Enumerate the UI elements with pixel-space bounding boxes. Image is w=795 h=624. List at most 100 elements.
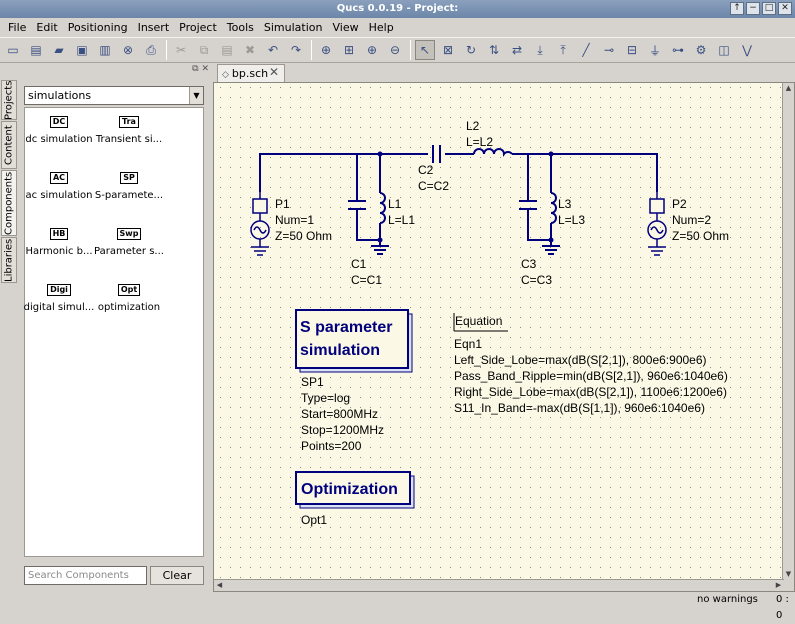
equation-button[interactable]: ⊟ <box>622 40 642 60</box>
component-label: ac simulation <box>25 190 93 201</box>
new-text-button[interactable]: ▤ <box>26 40 46 60</box>
zoom-fit-button[interactable]: ⊕ <box>316 40 336 60</box>
chevron-down-icon[interactable]: ▼ <box>189 87 203 104</box>
paste-button[interactable]: ▤ <box>217 40 237 60</box>
select-button[interactable]: ↖ <box>415 40 435 60</box>
mirror-y-button[interactable]: ⇄ <box>507 40 527 60</box>
edit-properties-button[interactable]: ⊠ <box>438 40 458 60</box>
clear-button[interactable]: Clear <box>150 566 204 585</box>
exit-subcircuit-button[interactable]: ⤒ <box>553 40 573 60</box>
copy-icon: ⧉ <box>199 42 209 57</box>
component-digital-simulation[interactable]: Digi digital simul... <box>21 282 97 313</box>
view-data-button[interactable]: ◫ <box>714 40 734 60</box>
wire-button[interactable]: ╱ <box>576 40 596 60</box>
port-icon: ⊶ <box>672 43 684 57</box>
menu-help[interactable]: Help <box>364 18 399 37</box>
menu-tools[interactable]: Tools <box>222 18 259 37</box>
new-file-button[interactable]: ▭ <box>3 40 23 60</box>
component-label: S-paramete... <box>94 190 164 201</box>
scroll-left-icon[interactable]: ◀ <box>214 580 225 591</box>
category-select[interactable]: simulations ▼ <box>24 86 204 105</box>
schematic-drawing[interactable]: P1 Num=1 Z=50 Ohm P2 Num=2 Z=50 Ohm L1 L… <box>214 83 784 580</box>
menu-project[interactable]: Project <box>174 18 222 37</box>
scroll-right-icon[interactable]: ▶ <box>773 580 784 591</box>
opt-block-title: Optimization <box>301 481 398 498</box>
window-minimize-button[interactable]: − <box>746 2 760 15</box>
l1-name: L1 <box>388 197 402 211</box>
close-button[interactable]: ⊗ <box>118 40 138 60</box>
p1-impedance: Z=50 Ohm <box>275 229 332 243</box>
tab-content[interactable]: Content <box>1 121 17 169</box>
delete-icon: ✖ <box>244 43 256 57</box>
zoom-out-icon: ⊖ <box>389 43 401 57</box>
zoom-selection-button[interactable]: ⊞ <box>339 40 359 60</box>
mirror-x-button[interactable]: ⇅ <box>484 40 504 60</box>
redo-icon: ↷ <box>290 43 302 57</box>
component-transient-simulation[interactable]: Tra Transient si... <box>91 114 167 145</box>
simulate-button[interactable]: ⚙ <box>691 40 711 60</box>
marker-button[interactable]: ⋁ <box>737 40 757 60</box>
scroll-down-icon[interactable]: ▼ <box>783 569 794 580</box>
zoom-out-button[interactable]: ⊖ <box>385 40 405 60</box>
open-icon: ▰ <box>54 43 64 57</box>
component-label: dc simulation <box>25 134 93 145</box>
wire-icon: ╱ <box>582 43 590 57</box>
redo-button[interactable]: ↷ <box>286 40 306 60</box>
tab-projects[interactable]: Projects <box>1 80 17 120</box>
p2-impedance: Z=50 Ohm <box>672 229 729 243</box>
enter-subcircuit-button[interactable]: ⤓ <box>530 40 550 60</box>
save-icon: ▣ <box>76 43 88 57</box>
s-parameter-simulation-block[interactable]: S parameter simulation <box>295 309 413 373</box>
save-button[interactable]: ▣ <box>72 40 92 60</box>
window-titlebar: Qucs 0.0.19 - Project: ↑ − □ ✕ <box>0 0 795 18</box>
save-all-icon: ▥ <box>99 43 111 57</box>
ground-button[interactable]: ⏚ <box>645 40 665 60</box>
sp-block-title-1: S parameter <box>300 319 393 336</box>
c3-value: C=C3 <box>521 273 552 287</box>
menu-positioning[interactable]: Positioning <box>63 18 133 37</box>
search-components-input[interactable]: Search Components <box>24 566 147 585</box>
optimization-block[interactable]: Optimization <box>295 471 415 509</box>
wire-label-button[interactable]: ⊸ <box>599 40 619 60</box>
vertical-scrollbar[interactable]: ▲ ▼ <box>782 83 794 580</box>
scroll-up-icon[interactable]: ▲ <box>783 83 794 94</box>
equation-icon: ⊟ <box>626 43 638 57</box>
cut-button[interactable]: ✂ <box>171 40 191 60</box>
menu-file[interactable]: File <box>3 18 31 37</box>
tab-libraries[interactable]: Libraries <box>1 237 17 283</box>
zoom-fit-icon: ⊕ <box>320 43 332 57</box>
window-raise-button[interactable]: ↑ <box>730 2 744 15</box>
menu-simulation[interactable]: Simulation <box>259 18 328 37</box>
schematic-canvas[interactable]: P1 Num=1 Z=50 Ohm P2 Num=2 Z=50 Ohm L1 L… <box>213 82 795 592</box>
component-parameter-sweep[interactable]: Swp Parameter s... <box>91 226 167 257</box>
port-button[interactable]: ⊶ <box>668 40 688 60</box>
close-tab-icon[interactable]: ✕ <box>269 65 279 79</box>
component-dc-simulation[interactable]: DC dc simulation <box>21 114 97 145</box>
component-ac-simulation[interactable]: AC ac simulation <box>21 170 97 201</box>
horizontal-scrollbar[interactable]: ◀ ▶ <box>214 579 784 591</box>
window-close-button[interactable]: ✕ <box>778 2 792 15</box>
component-s-parameter-simulation[interactable]: SP S-paramete... <box>91 170 167 201</box>
zoom-in-button[interactable]: ⊕ <box>362 40 382 60</box>
l2-name: L2 <box>466 119 480 133</box>
status-warnings: no warnings <box>697 594 758 605</box>
open-button[interactable]: ▰ <box>49 40 69 60</box>
menu-edit[interactable]: Edit <box>31 18 62 37</box>
opt-prop-name: Opt1 <box>301 513 327 527</box>
delete-button[interactable]: ✖ <box>240 40 260 60</box>
tab-components[interactable]: Components <box>1 170 17 236</box>
window-maximize-button[interactable]: □ <box>762 2 776 15</box>
copy-button[interactable]: ⧉ <box>194 40 214 60</box>
equation-pass-band-ripple: Pass_Band_Ripple=min(dB(S[2,1]), 960e6:1… <box>454 369 728 383</box>
component-harmonic-balance[interactable]: HB Harmonic b... <box>21 226 97 257</box>
menu-view[interactable]: View <box>327 18 363 37</box>
undo-button[interactable]: ↶ <box>263 40 283 60</box>
ground-icon: ⏚ <box>648 43 661 58</box>
component-optimization[interactable]: Opt optimization <box>91 282 167 313</box>
schematic-icon: ◇ <box>222 70 229 80</box>
print-button[interactable]: ⎙ <box>141 40 161 60</box>
save-all-button[interactable]: ▥ <box>95 40 115 60</box>
menu-insert[interactable]: Insert <box>133 18 175 37</box>
panel-dock-buttons[interactable]: ⧉ ✕ <box>192 64 209 74</box>
rotate-button[interactable]: ↻ <box>461 40 481 60</box>
